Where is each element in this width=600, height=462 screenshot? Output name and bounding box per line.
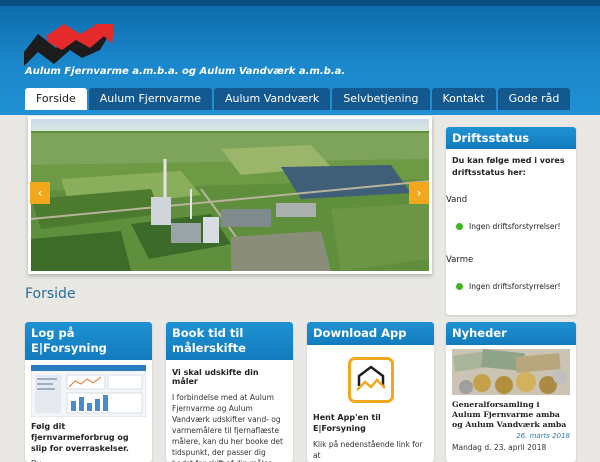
app-box: Download App Hent App'en til E|Forsyning… <box>307 322 434 462</box>
booking-box: Book tid til målerskifte Vi skal udskift… <box>166 322 293 462</box>
status-row-varme: Ingen driftsforstyrrelser! <box>456 282 561 291</box>
status-row-vand: Ingen driftsforstyrrelser! <box>456 222 561 231</box>
nav-aulum-vandvaerk[interactable]: Aulum Vandværk <box>214 88 331 110</box>
aulum-logo[interactable] <box>24 22 114 66</box>
app-title: Hent App'en til E|Forsyning <box>313 413 381 433</box>
app-icon[interactable] <box>347 357 394 403</box>
status-label-varme: Varme <box>446 255 474 265</box>
app-heading[interactable]: Download App <box>307 322 434 345</box>
login-heading[interactable]: Log på E|Forsyning <box>25 322 152 360</box>
status-ok-icon <box>456 283 463 290</box>
login-box: Log på E|Forsyning Følg dit fjernvarmefo… <box>25 322 152 462</box>
news-date: 26. marts 2018 <box>516 432 570 440</box>
driftsstatus-heading: Driftsstatus <box>446 127 576 149</box>
nav-gode-raad[interactable]: Gode råd <box>497 88 571 110</box>
eforsyning-screenshot[interactable] <box>31 365 146 417</box>
news-box: Nyheder Generalforsamling i Aulum Fjernv… <box>446 322 576 462</box>
hero-slider <box>28 116 432 274</box>
coins-photo <box>452 349 570 395</box>
house-graph-icon <box>355 365 386 391</box>
nav-aulum-fjernvarme[interactable]: Aulum Fjernvarme <box>88 88 212 110</box>
chevron-left-icon: ‹ <box>37 186 43 200</box>
nav-selvbetjening[interactable]: Selvbetjening <box>332 88 430 110</box>
status-ok-icon <box>456 223 463 230</box>
site-header: Aulum Fjernvarme a.m.b.a. og Aulum Vandv… <box>0 0 600 115</box>
status-text-varme: Ingen driftsforstyrrelser! <box>469 282 561 291</box>
nav-kontakt[interactable]: Kontakt <box>431 88 496 110</box>
page-title: Forside <box>25 286 76 302</box>
driftsstatus-intro: Du kan følge med i vores driftsstatus he… <box>452 156 565 177</box>
site-tagline: Aulum Fjernvarme a.m.b.a. og Aulum Vandv… <box>25 66 346 77</box>
app-text: Klik på nedenstående link for at <box>313 440 423 460</box>
driftsstatus-box: Driftsstatus Du kan følge med i vores dr… <box>446 127 576 315</box>
slider-prev-button[interactable]: ‹ <box>30 182 50 204</box>
news-heading: Nyheder <box>446 322 576 345</box>
login-text: Du <box>25 458 152 462</box>
slider-next-button[interactable]: › <box>409 182 429 204</box>
chevron-right-icon: › <box>416 186 422 200</box>
news-headline[interactable]: Generalforsamling i Aulum Fjernvarme amb… <box>446 400 576 430</box>
booking-heading[interactable]: Book tid til målerskifte <box>166 322 293 360</box>
login-title: Følg dit fjernvarmeforbrug og slip for o… <box>31 422 129 453</box>
status-label-vand: Vand <box>446 195 468 205</box>
main-nav: Forside Aulum Fjernvarme Aulum Vandværk … <box>25 88 572 110</box>
booking-text: I forbindelse med at Aulum Fjernvarme og… <box>172 393 283 462</box>
top-bar <box>0 0 600 6</box>
booking-title: Vi skal udskifte din måler <box>172 368 259 386</box>
aerial-photo <box>31 119 429 271</box>
status-text-vand: Ingen driftsforstyrrelser! <box>469 222 561 231</box>
nav-forside[interactable]: Forside <box>25 88 87 110</box>
news-next-item[interactable]: Mandag d. 23. april 2018 <box>446 442 576 453</box>
